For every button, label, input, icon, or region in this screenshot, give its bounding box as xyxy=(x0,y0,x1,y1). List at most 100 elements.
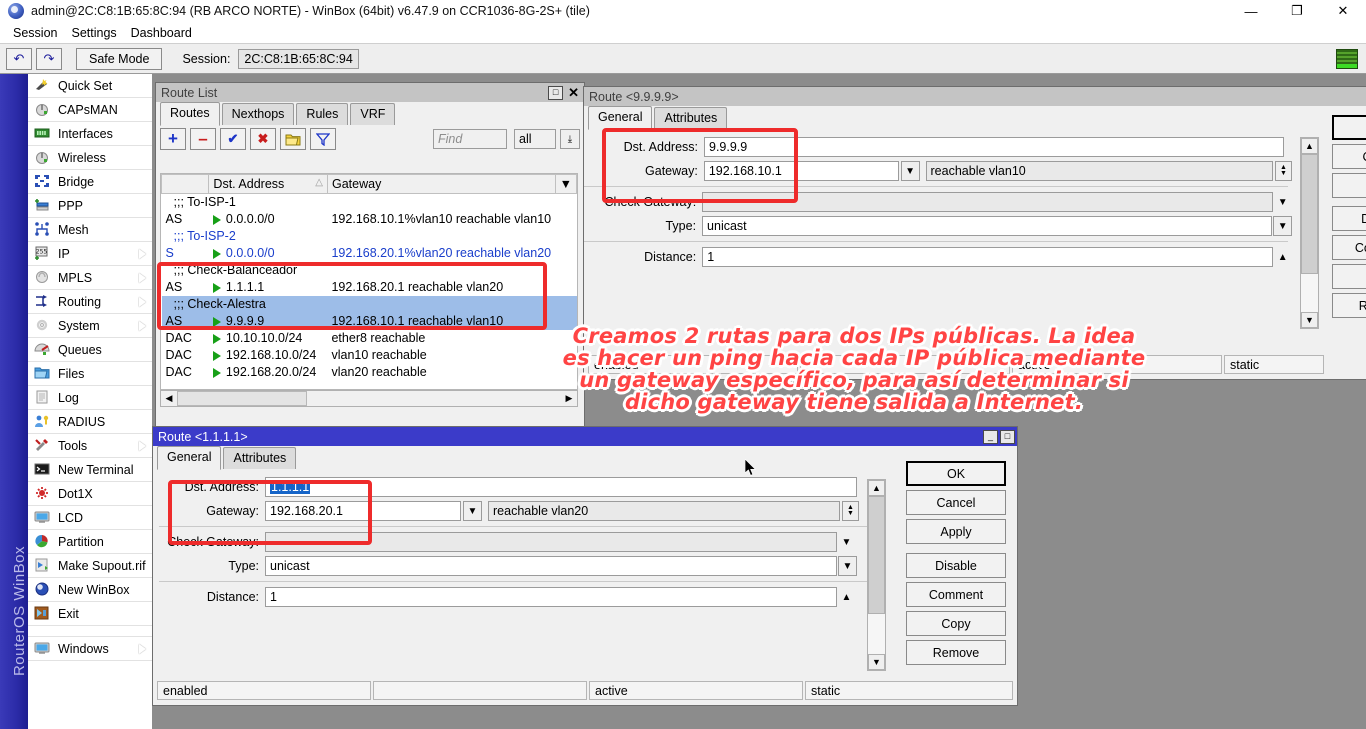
tab-routes[interactable]: Routes xyxy=(160,102,220,126)
sidebar-item-quick-set[interactable]: Quick Set xyxy=(28,74,152,98)
route-111-titlebar[interactable]: Route <1.1.1.1> _ □ xyxy=(153,427,1017,446)
sidebar-item-mpls[interactable]: MPLS xyxy=(28,266,152,290)
sidebar-item-routing[interactable]: Routing xyxy=(28,290,152,314)
route-999-gateway-dropdown-icon[interactable]: ▼ xyxy=(901,161,920,181)
route-999-distance-input[interactable]: 1 xyxy=(702,247,1273,267)
route-111-scroll-down-icon[interactable]: ▼ xyxy=(868,654,885,670)
route-999-tab-attributes[interactable]: Attributes xyxy=(654,107,727,129)
filter-icon[interactable] xyxy=(310,128,336,150)
sidebar-item-exit[interactable]: Exit xyxy=(28,602,152,626)
table-row[interactable]: DAC10.10.10.0/24ether8 reachable xyxy=(162,330,577,347)
route-table-hscrollbar[interactable]: ◀ ▶ xyxy=(160,390,578,407)
route-111-dst-input[interactable]: 1.1.1.1 xyxy=(265,477,857,497)
route-111-gateway-dropdown-icon[interactable]: ▼ xyxy=(463,501,482,521)
table-row[interactable]: AS1.1.1.1192.168.20.1 reachable vlan20 xyxy=(162,279,577,296)
sidebar-item-new-winbox[interactable]: New WinBox xyxy=(28,578,152,602)
table-row[interactable]: DAC192.168.20.0/24vlan20 reachable xyxy=(162,364,577,381)
route-111-distance-stepper-up-icon[interactable]: ▲ xyxy=(837,587,856,607)
sidebar-item-dot1x[interactable]: Dot1X xyxy=(28,482,152,506)
table-row-comment[interactable]: ;;; To-ISP-1 xyxy=(162,194,577,211)
route-999-disable-button[interactable]: Disable xyxy=(1332,206,1366,231)
table-row-comment[interactable]: ;;; Check-Alestra xyxy=(162,296,577,313)
route-999-ok-button[interactable]: OK xyxy=(1332,115,1366,140)
sidebar-item-ip[interactable]: 255IP xyxy=(28,242,152,266)
sidebar-item-mesh[interactable]: Mesh xyxy=(28,218,152,242)
minimize-icon[interactable]: — xyxy=(1228,0,1274,22)
scroll-right-icon[interactable]: ▶ xyxy=(561,391,577,406)
route-111-comment-button[interactable]: Comment xyxy=(906,582,1006,607)
route-111-gateway-input[interactable]: 192.168.20.1 xyxy=(265,501,461,521)
sidebar-item-make-supout-rif[interactable]: Make Supout.rif xyxy=(28,554,152,578)
route-111-gateway-stepper[interactable]: ▲▼ xyxy=(842,501,859,521)
disable-route-button[interactable]: ✖ xyxy=(250,128,276,150)
table-row[interactable]: AS0.0.0.0/0192.168.10.1%vlan10 reachable… xyxy=(162,211,577,228)
route-999-copy-button[interactable]: Copy xyxy=(1332,264,1366,289)
col-dst-address[interactable]: Dst. Address △ xyxy=(209,175,328,194)
route-111-vscrollbar[interactable]: ▲ ▼ xyxy=(867,479,886,671)
sidebar-item-partition[interactable]: Partition xyxy=(28,530,152,554)
route-999-comment-button[interactable]: Comment xyxy=(1332,235,1366,260)
route-999-titlebar[interactable]: Route <9.9.9.9> xyxy=(584,87,1366,106)
sidebar-item-queues[interactable]: Queues xyxy=(28,338,152,362)
route-111-maximize-icon[interactable]: □ xyxy=(1000,430,1015,444)
tab-vrf[interactable]: VRF xyxy=(350,103,395,125)
sidebar-item-tools[interactable]: Tools xyxy=(28,434,152,458)
route-list-titlebar[interactable]: Route List □ ✕ xyxy=(156,83,584,102)
route-999-scroll-up-icon[interactable]: ▲ xyxy=(1301,138,1318,154)
table-row-comment[interactable]: ;;; Check-Balanceador xyxy=(162,262,577,279)
route-111-copy-button[interactable]: Copy xyxy=(906,611,1006,636)
route-999-type-input[interactable]: unicast xyxy=(702,216,1272,236)
sidebar-item-bridge[interactable]: Bridge xyxy=(28,170,152,194)
route-111-disable-button[interactable]: Disable xyxy=(906,553,1006,578)
add-route-button[interactable]: + xyxy=(160,128,186,150)
route-111-type-input[interactable]: unicast xyxy=(265,556,837,576)
route-999-scroll-down-icon[interactable]: ▼ xyxy=(1301,312,1318,328)
tab-nexthops[interactable]: Nexthops xyxy=(222,103,295,125)
col-gateway[interactable]: Gateway xyxy=(327,175,555,194)
maximize-icon[interactable]: ❐ xyxy=(1274,0,1320,22)
route-111-apply-button[interactable]: Apply xyxy=(906,519,1006,544)
route-999-type-dropdown-icon[interactable]: ▼ xyxy=(1273,216,1292,236)
route-111-tab-general[interactable]: General xyxy=(157,446,221,470)
scroll-left-icon[interactable]: ◀ xyxy=(161,391,177,406)
route-list-close-icon[interactable]: ✕ xyxy=(565,86,582,100)
route-111-scroll-up-icon[interactable]: ▲ xyxy=(868,480,885,496)
route-999-remove-button[interactable]: Remove xyxy=(1332,293,1366,318)
sidebar-item-wireless[interactable]: Wireless xyxy=(28,146,152,170)
route-999-gateway-input[interactable]: 192.168.10.1 xyxy=(704,161,899,181)
col-options-icon[interactable]: ▼ xyxy=(555,175,576,194)
sidebar-item-radius[interactable]: RADIUS xyxy=(28,410,152,434)
find-input[interactable]: Find xyxy=(433,129,507,149)
table-row[interactable]: DAC192.168.10.0/24vlan10 reachable xyxy=(162,347,577,364)
route-111-cancel-button[interactable]: Cancel xyxy=(906,490,1006,515)
redo-icon[interactable]: ↷ xyxy=(36,48,62,70)
route-111-ok-button[interactable]: OK xyxy=(906,461,1006,486)
sidebar-item-new-terminal[interactable]: New Terminal xyxy=(28,458,152,482)
route-list-maximize-icon[interactable]: □ xyxy=(548,86,563,100)
route-111-tab-attributes[interactable]: Attributes xyxy=(223,447,296,469)
menu-settings[interactable]: Settings xyxy=(64,24,123,42)
col-flags[interactable] xyxy=(162,175,209,194)
menu-dashboard[interactable]: Dashboard xyxy=(124,24,199,42)
enable-route-button[interactable]: ✔ xyxy=(220,128,246,150)
sidebar-item-log[interactable]: Log xyxy=(28,386,152,410)
route-999-distance-stepper-up-icon[interactable]: ▲ xyxy=(1273,247,1292,267)
route-111-remove-button[interactable]: Remove xyxy=(906,640,1006,665)
remove-route-button[interactable]: – xyxy=(190,128,216,150)
table-row[interactable]: AS9.9.9.9192.168.10.1 reachable vlan10 xyxy=(162,313,577,330)
route-999-tab-general[interactable]: General xyxy=(588,106,652,130)
sidebar-item-lcd[interactable]: LCD xyxy=(28,506,152,530)
route-111-minimize-icon[interactable]: _ xyxy=(983,430,998,444)
menu-session[interactable]: Session xyxy=(6,24,64,42)
route-999-check-gateway-dropdown-icon[interactable]: ▼ xyxy=(1273,192,1292,212)
sidebar-item-ppp[interactable]: PPP xyxy=(28,194,152,218)
route-999-check-gateway-input[interactable] xyxy=(702,192,1273,212)
sidebar-item-interfaces[interactable]: Interfaces xyxy=(28,122,152,146)
filter-scope-select[interactable]: all xyxy=(514,129,556,149)
comment-icon[interactable] xyxy=(280,128,306,150)
sidebar-item-windows[interactable]: Windows xyxy=(28,637,152,661)
route-111-type-dropdown-icon[interactable]: ▼ xyxy=(838,556,857,576)
sidebar-item-system[interactable]: System xyxy=(28,314,152,338)
route-999-cancel-button[interactable]: Cancel xyxy=(1332,144,1366,169)
safe-mode-button[interactable]: Safe Mode xyxy=(76,48,162,70)
